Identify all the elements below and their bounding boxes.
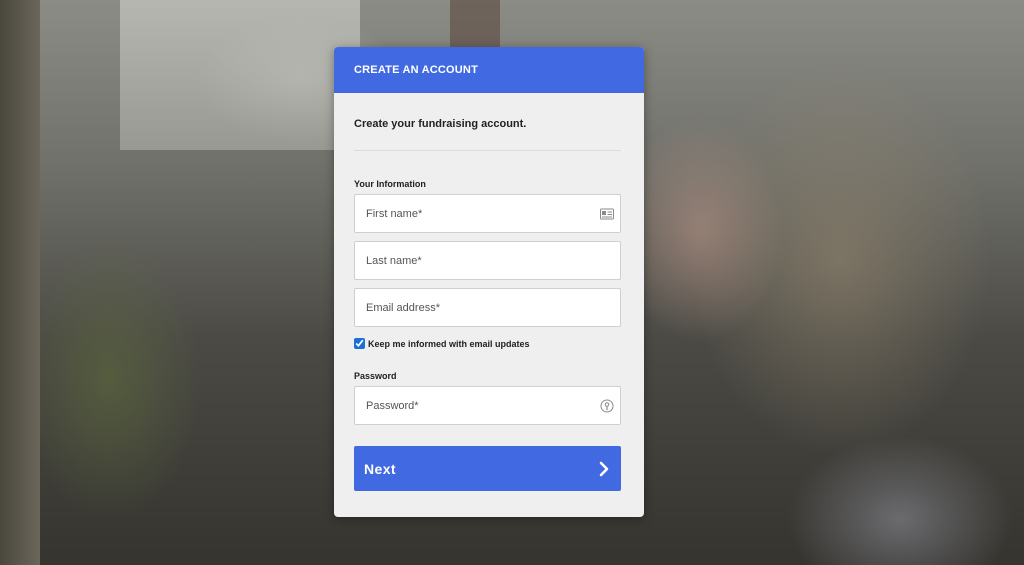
- email-updates-checkbox[interactable]: [354, 338, 365, 349]
- first-name-input[interactable]: [364, 206, 588, 221]
- create-account-card: CREATE AN ACCOUNT Create your fundraisin…: [334, 47, 644, 517]
- password-field[interactable]: [354, 386, 621, 425]
- id-card-icon[interactable]: [600, 207, 614, 221]
- card-body: Create your fundraising account. Your In…: [334, 118, 644, 491]
- email-updates-label: Keep me informed with email updates: [368, 338, 530, 349]
- card-header: CREATE AN ACCOUNT: [334, 47, 644, 93]
- background-beam: [0, 0, 40, 565]
- next-button[interactable]: Next: [354, 446, 621, 491]
- password-input[interactable]: [364, 398, 588, 413]
- your-information-label: Your Information: [354, 179, 426, 189]
- password-label: Password: [354, 371, 397, 381]
- chevron-right-icon: [599, 461, 609, 476]
- last-name-field[interactable]: [354, 241, 621, 280]
- next-button-label: Next: [364, 460, 396, 477]
- email-input[interactable]: [364, 300, 588, 315]
- first-name-field[interactable]: [354, 194, 621, 233]
- email-updates-row[interactable]: Keep me informed with email updates: [354, 338, 621, 349]
- password-manager-icon[interactable]: [600, 399, 614, 413]
- email-field[interactable]: [354, 288, 621, 327]
- divider: [354, 150, 621, 151]
- background-window: [120, 0, 360, 150]
- last-name-input[interactable]: [364, 253, 588, 268]
- card-title: CREATE AN ACCOUNT: [354, 64, 478, 76]
- form-subtitle: Create your fundraising account.: [354, 118, 527, 130]
